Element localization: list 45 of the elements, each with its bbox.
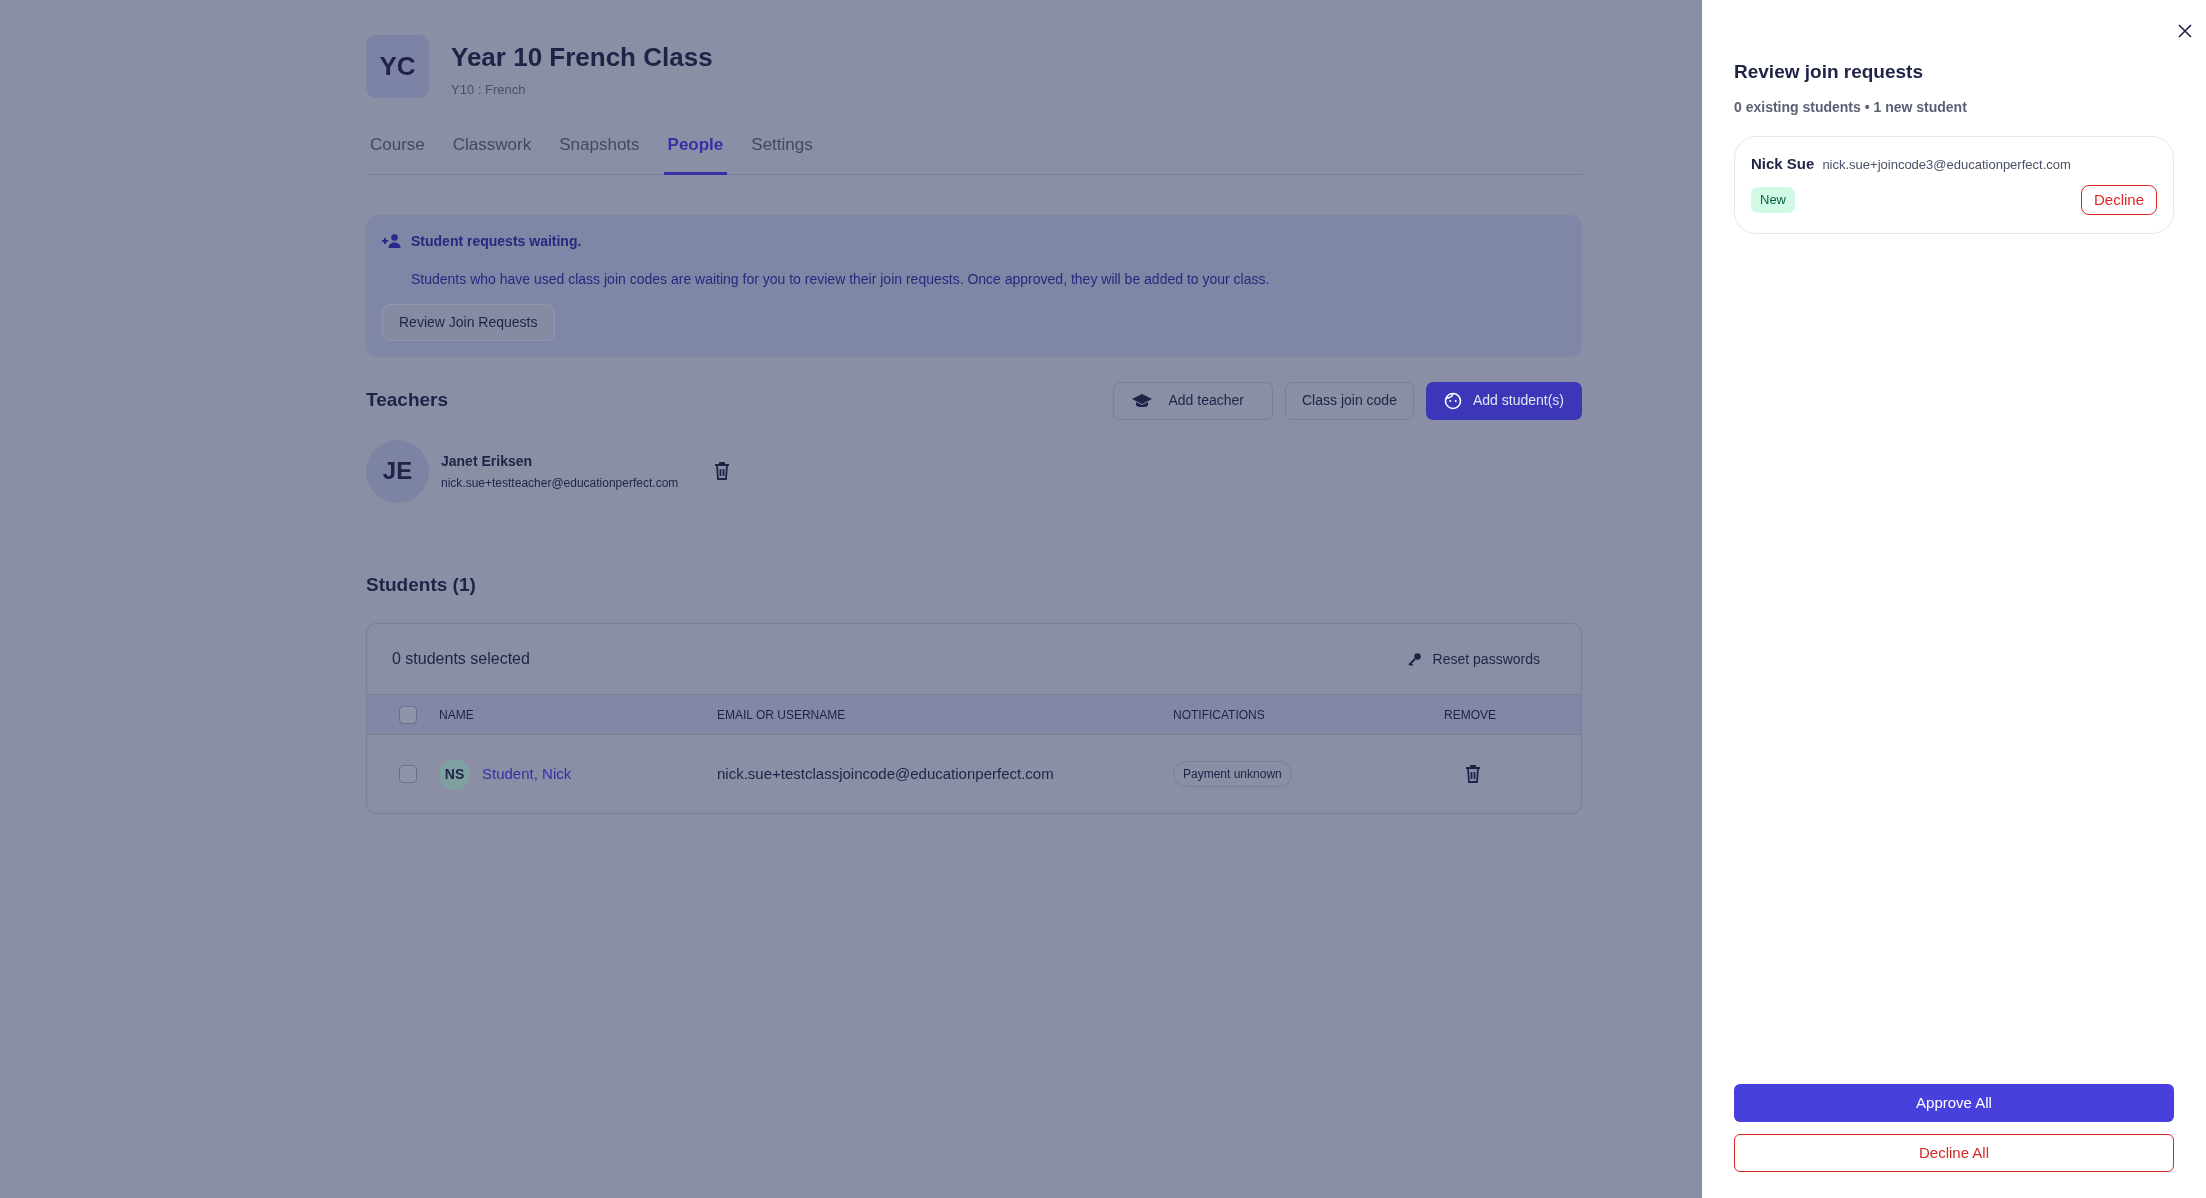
request-name: Nick Sue (1751, 153, 1815, 174)
section-heading: Teachers (366, 387, 449, 412)
panel-summary: 0 existing students • 1 new student (1734, 97, 1968, 117)
course-avatar: YC (366, 35, 429, 98)
teacher-name: Janet Eriksen (441, 451, 534, 471)
section-heading: Students (1) (366, 572, 477, 597)
trash-icon[interactable] (714, 462, 731, 481)
status-badge: New (1751, 187, 1795, 213)
tab[interactable]: People (663, 132, 728, 175)
decline-button[interactable]: Decline (2080, 185, 2157, 215)
tab[interactable]: Course (366, 132, 429, 175)
alert-title: Student requests waiting. (411, 231, 582, 251)
approve-all-button[interactable]: Approve All (1734, 1084, 2174, 1122)
teacher-avatar: JE (366, 439, 429, 503)
decline-all-button[interactable]: Decline All (1734, 1134, 2174, 1172)
column-header: NAME (439, 706, 475, 724)
student-link[interactable]: Student, Nick (482, 762, 572, 786)
request-email: nick.sue+joincode3@educationperfect.com (1822, 155, 2071, 174)
panel-title: Review join requests (1734, 60, 1924, 84)
student-avatar: NS (439, 758, 470, 790)
table-cell-text: nick.sue+testclassjoincode@educationperfect.com (717, 763, 1055, 784)
graduation-cap-icon (1131, 393, 1152, 408)
close-icon[interactable] (2178, 24, 2192, 38)
checkbox[interactable] (399, 705, 417, 724)
add-teacher-button[interactable]: Add teacher (1112, 381, 1273, 420)
trash-icon[interactable] (1465, 765, 1481, 784)
course-subtitle: Y10 : French (451, 80, 527, 99)
key-icon (1407, 652, 1422, 667)
column-header: NOTIFICATIONS (1173, 706, 1266, 724)
course-title: Year 10 French Class (451, 43, 713, 72)
alert-message: Students who have used class join codes are waiting for you to review their join requests. Once approved, they will be added to your class. (410, 269, 1271, 289)
column-header: EMAIL OR USERNAME (717, 706, 847, 724)
tab[interactable]: Settings (747, 132, 817, 175)
teacher-email: nick.sue+testteacher@educationperfect.com (441, 474, 679, 492)
reset-passwords-button[interactable]: Reset passwords (1407, 648, 1540, 670)
review-requests-button[interactable]: Review Join Requests (382, 303, 555, 341)
tab[interactable]: Classwork (448, 132, 536, 175)
face-icon (1443, 391, 1462, 410)
selection-count: 0 students selected (392, 649, 530, 670)
column-header: REMOVE (1444, 706, 1497, 724)
person-add-icon (382, 234, 402, 249)
add-students-button[interactable]: Add student(s) (1425, 381, 1582, 420)
tab[interactable]: Snapshots (555, 132, 644, 175)
checkbox[interactable] (399, 765, 417, 784)
join-code-button[interactable]: Class join code (1285, 381, 1414, 420)
